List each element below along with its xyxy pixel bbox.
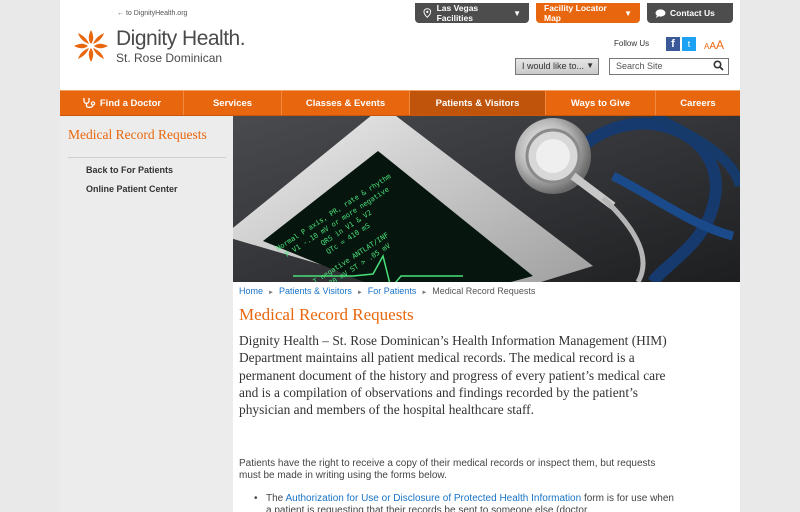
facility-locator-map-label: Facility Locator Map	[544, 3, 607, 23]
speech-bubble-icon	[655, 8, 666, 18]
nav-label: Find a Doctor	[99, 97, 162, 109]
tablet-stethoscope-illustration: Normal P axis, PR, rate & rhythm P V1 -.…	[233, 116, 740, 282]
nav-find-a-doctor[interactable]: Find a Doctor	[60, 91, 184, 115]
breadcrumb-current: Medical Record Requests	[432, 286, 536, 296]
divider	[68, 157, 226, 158]
breadcrumb-separator-icon: ►	[421, 290, 428, 296]
nav-label: Ways to Give	[570, 97, 631, 109]
sidebar-item-back-to-for-patients[interactable]: Back to For Patients	[86, 165, 173, 175]
nav-services[interactable]: Services	[184, 91, 282, 115]
breadcrumb-for-patients[interactable]: For Patients	[368, 286, 417, 296]
left-margin	[0, 0, 60, 512]
select-value: I would like to...	[522, 61, 585, 71]
right-margin	[740, 0, 800, 512]
las-vegas-facilities-dropdown[interactable]: Las Vegas Facilities ▼	[415, 3, 529, 23]
breadcrumb-home[interactable]: Home	[239, 286, 263, 296]
sidebar-item-online-patient-center[interactable]: Online Patient Center	[86, 184, 178, 194]
main-navigation: Find a Doctor Services Classes & Events …	[60, 90, 740, 116]
nav-patients-visitors[interactable]: Patients & Visitors	[410, 91, 546, 115]
las-vegas-facilities-label: Las Vegas Facilities	[436, 3, 479, 23]
back-to-dignityhealth-link[interactable]: ← to DignityHealth.org	[117, 10, 187, 17]
bullet-prefix: The	[266, 493, 286, 504]
logo-wordmark[interactable]: Dignity Health.	[116, 27, 246, 51]
font-size-toggle[interactable]: AAA	[704, 38, 724, 52]
sidebar-title[interactable]: Medical Record Requests	[68, 128, 208, 142]
nav-label: Classes & Events	[305, 97, 386, 109]
search-placeholder: Search Site	[616, 61, 663, 71]
logo-subtitle: St. Rose Dominican	[116, 51, 223, 65]
nav-label: Patients & Visitors	[435, 97, 520, 109]
twitter-icon[interactable]: t	[682, 37, 696, 51]
search-input[interactable]: Search Site	[609, 58, 729, 75]
nav-classes-events[interactable]: Classes & Events	[282, 91, 410, 115]
breadcrumb-separator-icon: ►	[356, 290, 363, 296]
intro-paragraph: Dignity Health – St. Rose Dominican’s He…	[239, 333, 667, 418]
sidebar: Medical Record Requests Back to For Pati…	[60, 116, 233, 512]
facility-locator-map-dropdown[interactable]: Facility Locator Map ▼	[536, 3, 640, 23]
nav-label: Services	[212, 97, 253, 109]
search-icon[interactable]	[713, 60, 724, 71]
chevron-down-icon: ▼	[513, 8, 521, 18]
stethoscope-icon	[83, 98, 96, 109]
breadcrumb: Home ► Patients & Visitors ► For Patients ► Me…	[239, 286, 535, 296]
authorization-form-link[interactable]: Authorization for Use or Disclosure of P…	[285, 493, 581, 504]
breadcrumb-separator-icon: ►	[268, 290, 274, 296]
dignity-health-logo-icon[interactable]	[72, 28, 110, 64]
contact-us-button[interactable]: Contact Us	[647, 3, 733, 23]
follow-us-label: Follow Us	[614, 39, 650, 48]
rights-paragraph: Patients have the right to receive a cop…	[239, 458, 656, 481]
nav-ways-to-give[interactable]: Ways to Give	[546, 91, 656, 115]
bullet-icon: •	[254, 493, 258, 504]
hero-image: Normal P axis, PR, rate & rhythm P V1 -.…	[233, 116, 740, 282]
facebook-icon[interactable]: f	[666, 37, 680, 51]
page-title: Medical Record Requests	[239, 305, 414, 324]
breadcrumb-patients-visitors[interactable]: Patients & Visitors	[279, 286, 352, 296]
location-pin-icon	[423, 8, 432, 18]
contact-us-label: Contact Us	[670, 8, 715, 18]
chevron-down-icon: ▼	[586, 61, 594, 70]
chevron-down-icon: ▼	[624, 8, 632, 18]
i-would-like-to-select[interactable]: I would like to... ▼	[515, 58, 599, 75]
page: ← to DignityHealth.org Dignity Health. S…	[60, 0, 740, 512]
nav-label: Careers	[680, 97, 716, 109]
nav-careers[interactable]: Careers	[656, 91, 740, 115]
